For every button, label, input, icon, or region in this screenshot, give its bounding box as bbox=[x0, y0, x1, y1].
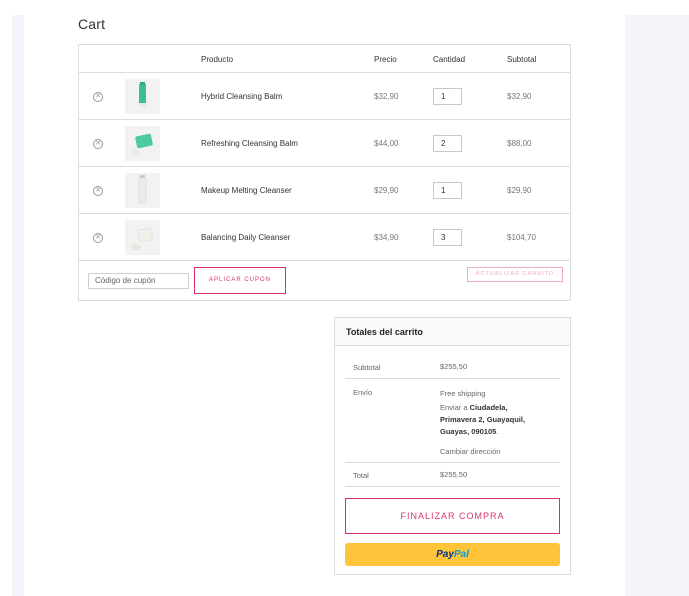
cart-table: Producto Precio Cantidad Subtotal ✕ Hybr… bbox=[78, 44, 571, 301]
ship-to-prefix: Enviar a bbox=[440, 403, 468, 412]
header-price: Precio bbox=[374, 55, 397, 64]
remove-circle-icon[interactable]: ✕ bbox=[93, 233, 103, 243]
update-cart-button[interactable]: ACTUALIZAR CARRITO bbox=[467, 267, 563, 282]
product-price: $32,90 bbox=[374, 92, 399, 101]
paypal-logo-part1: Pay bbox=[436, 549, 454, 560]
header-quantity: Cantidad bbox=[433, 55, 466, 64]
quantity-input[interactable]: 1 bbox=[433, 88, 462, 105]
quantity-input[interactable]: 1 bbox=[433, 182, 462, 199]
paypal-logo-part2: Pal bbox=[453, 549, 469, 560]
product-price: $34,90 bbox=[374, 233, 399, 242]
totals-header: Totales del carrito bbox=[335, 318, 570, 346]
header-product: Producto bbox=[201, 55, 234, 64]
product-thumbnail[interactable] bbox=[125, 79, 160, 114]
subtotal-label: Subtotal bbox=[353, 363, 381, 372]
table-row: ✕ Hybrid Cleansing Balm $32,90 1 $32,90 bbox=[79, 73, 570, 120]
divider bbox=[345, 378, 560, 379]
product-subtotal: $88,00 bbox=[507, 139, 532, 148]
product-price: $29,90 bbox=[374, 186, 399, 195]
product-thumbnail[interactable] bbox=[125, 126, 160, 161]
total-value: $255,50 bbox=[440, 470, 468, 479]
divider bbox=[345, 486, 560, 487]
total-label: Total bbox=[353, 471, 369, 480]
table-row: ✕ Refreshing Cleansing Balm $44,00 2 $88… bbox=[79, 120, 570, 167]
ship-to-suffix: . bbox=[496, 427, 499, 436]
product-price: $44,00 bbox=[374, 139, 399, 148]
remove-circle-icon[interactable]: ✕ bbox=[93, 186, 103, 196]
table-header: Producto Precio Cantidad Subtotal bbox=[79, 45, 570, 73]
table-row: ✕ Balancing Daily Cleanser $34,90 3 $104… bbox=[79, 214, 570, 261]
ship-to-line2: Primavera 2, Guayaquil, bbox=[440, 415, 526, 424]
ship-to-address: Enviar a Ciudadela, Primavera 2, Guayaqu… bbox=[440, 402, 525, 438]
remove-circle-icon[interactable]: ✕ bbox=[93, 92, 103, 102]
remove-circle-icon[interactable]: ✕ bbox=[93, 139, 103, 149]
left-sidebar-strip bbox=[12, 15, 24, 596]
product-thumbnail[interactable] bbox=[125, 173, 160, 208]
shipping-label: Envío bbox=[353, 388, 373, 397]
ship-to-line1: Ciudadela, bbox=[469, 403, 508, 412]
product-thumbnail[interactable] bbox=[125, 220, 160, 255]
quantity-input[interactable]: 3 bbox=[433, 229, 462, 246]
divider bbox=[345, 462, 560, 463]
apply-coupon-button[interactable]: APLICAR CUPON bbox=[194, 267, 286, 294]
shipping-details: Free shipping Enviar a Ciudadela, Primav… bbox=[440, 388, 525, 458]
product-name-link[interactable]: Makeup Melting Cleanser bbox=[201, 186, 292, 195]
ship-to-line3: Guayas, 090105 bbox=[440, 427, 497, 436]
cart-totals-panel: Totales del carrito Subtotal $255,50 Env… bbox=[334, 317, 571, 575]
totals-title: Totales del carrito bbox=[346, 327, 423, 337]
change-address-link[interactable]: Cambiar dirección bbox=[440, 446, 525, 458]
quantity-input[interactable]: 2 bbox=[433, 135, 462, 152]
paypal-button[interactable]: PayPal bbox=[345, 543, 560, 566]
right-sidebar-strip bbox=[625, 15, 689, 596]
page-title: Cart bbox=[78, 16, 106, 32]
subtotal-value: $255,50 bbox=[440, 362, 468, 371]
coupon-input[interactable]: Código de cupón bbox=[88, 273, 189, 289]
product-subtotal: $104,70 bbox=[507, 233, 536, 242]
table-row: ✕ Makeup Melting Cleanser $29,90 1 $29,9… bbox=[79, 167, 570, 214]
product-name-link[interactable]: Refreshing Cleansing Balm bbox=[201, 139, 298, 148]
checkout-button[interactable]: FINALIZAR COMPRA bbox=[345, 498, 560, 534]
product-subtotal: $32,90 bbox=[507, 92, 532, 101]
product-name-link[interactable]: Hybrid Cleansing Balm bbox=[201, 92, 282, 101]
product-name-link[interactable]: Balancing Daily Cleanser bbox=[201, 233, 290, 242]
shipping-method: Free shipping bbox=[440, 389, 486, 398]
product-subtotal: $29,90 bbox=[507, 186, 532, 195]
header-subtotal: Subtotal bbox=[507, 55, 537, 64]
